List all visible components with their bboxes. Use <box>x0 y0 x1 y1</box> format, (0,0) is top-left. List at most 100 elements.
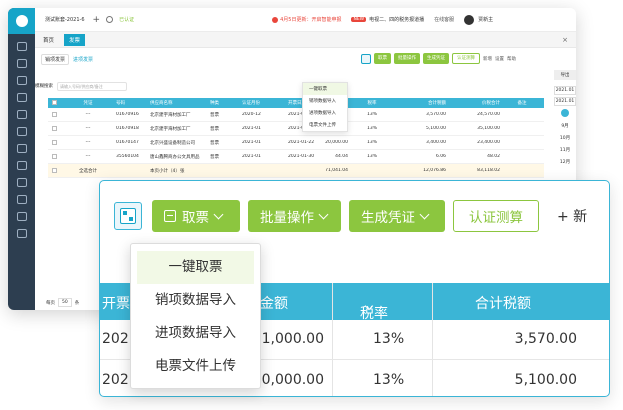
sidebar-home-icon[interactable] <box>16 42 27 51</box>
dropdown-item-one-click-get[interactable]: 一键取票 <box>137 251 254 284</box>
mini-voucher-button[interactable]: 生成凭证 <box>423 53 449 64</box>
batch-operation-button[interactable]: 批量操作 <box>248 200 341 232</box>
close-icon[interactable]: × <box>562 36 568 44</box>
sub-toolbar: 销项发票 进项发票 取票 批量操作 生成凭证 认证测算 新增 设置 帮助 <box>35 49 576 69</box>
table-row[interactable]: --- 01670147 北京兴盛设备制造公司 普票 2021-01 2021-… <box>48 136 544 150</box>
sidebar-tax-icon[interactable] <box>16 161 27 170</box>
filter-bar: 模糊搜索 请输入号码/供应商/备注 <box>35 81 127 91</box>
cell: 20,000.00 <box>325 140 348 145</box>
month-item[interactable]: 9月 <box>554 120 576 132</box>
get-invoice-button[interactable]: 取票 <box>152 200 240 232</box>
mini-dd-item[interactable]: 一键取票 <box>303 83 347 95</box>
month-item[interactable]: 12月 <box>554 156 576 168</box>
tab-home[interactable]: 首页 <box>43 36 54 44</box>
col-remark: 备注 <box>517 101 527 106</box>
mini-certify-button[interactable]: 认证测算 <box>452 53 480 64</box>
dropdown-item-purchase-import[interactable]: 进项数据导入 <box>131 317 260 350</box>
per-page-select[interactable]: 50 <box>58 298 72 307</box>
sidebar-cash-icon[interactable] <box>16 178 27 187</box>
table-row[interactable]: --- 35560104 唐山鑫腾商办公文具用品 普票 2021-01 2021… <box>48 150 544 164</box>
mini-batch-button[interactable]: 批量操作 <box>394 53 420 64</box>
sidebar-asset-icon[interactable] <box>16 110 27 119</box>
cell-amount: 21,000.00 <box>252 331 324 347</box>
sidebar-more-icon[interactable] <box>16 229 27 238</box>
calculator-icon[interactable] <box>361 53 371 64</box>
date-end[interactable]: 2021.01 <box>554 97 576 106</box>
dropdown-item-sales-import[interactable]: 销项数据导入 <box>131 284 260 317</box>
row-checkbox[interactable] <box>48 111 60 118</box>
cell: 44.04 <box>335 154 348 159</box>
online-service-link[interactable]: 在线客服 <box>434 16 454 23</box>
mini-dd-item[interactable]: 电票文件上传 <box>303 119 347 131</box>
mini-help-link[interactable]: 帮助 <box>507 56 516 62</box>
sidebar-report-icon[interactable] <box>16 93 27 102</box>
add-icon[interactable]: + <box>93 15 101 25</box>
message-link[interactable]: 电视二、四的税务报道播 <box>369 16 424 23</box>
cell-amount: 30,000.00 <box>252 372 324 388</box>
sidebar <box>8 8 35 310</box>
select-all-bottom-checkbox[interactable] <box>48 167 60 174</box>
dropdown-item-efile-upload[interactable]: 电票文件上传 <box>131 350 260 383</box>
cell: 6.06 <box>435 154 446 159</box>
row-checkbox[interactable] <box>48 139 60 146</box>
cell: --- <box>85 126 91 131</box>
certify-calc-button[interactable]: 认证测算 <box>453 200 539 232</box>
col-tax: 合计税额 <box>475 296 531 312</box>
col-total: 价税合计 <box>482 101 500 106</box>
row-checkbox[interactable] <box>48 153 60 160</box>
subtotal-label: 本页小计（4）张 <box>150 168 185 174</box>
col-voucher: 凭证 <box>83 101 93 106</box>
total-tax: 12,076.86 <box>423 168 446 173</box>
search-input[interactable]: 请输入号码/供应商/备注 <box>57 81 127 91</box>
chevron-down-icon <box>318 209 329 219</box>
sidebar-voucher-icon[interactable] <box>16 59 27 68</box>
cell: --- <box>85 112 91 117</box>
cell: 35,100.00 <box>477 126 500 131</box>
pager-label: 每页 <box>46 300 55 306</box>
cell: 普票 <box>210 154 219 160</box>
month-item[interactable]: 11月 <box>554 144 576 156</box>
cell-rate: 13% <box>373 372 405 388</box>
tab-invoice[interactable]: 发票 <box>64 33 86 46</box>
cell: 北京建宇海材加工厂 <box>150 126 191 132</box>
cell: --- <box>85 140 91 145</box>
mini-dd-item[interactable]: 进项数据导入 <box>303 107 347 119</box>
col-supplier: 供应商名称 <box>150 101 173 106</box>
table-row[interactable]: --- 01670918 北京建宇海材加工厂 普票 2021-01 2021-0… <box>48 122 544 136</box>
month-item[interactable]: 10月 <box>554 132 576 144</box>
sidebar-ledger-icon[interactable] <box>16 76 27 85</box>
sidebar-settings-icon[interactable] <box>16 212 27 221</box>
user-name[interactable]: 贾新主 <box>478 16 493 23</box>
generate-voucher-button[interactable]: 生成凭证 <box>349 200 445 232</box>
gear-icon[interactable] <box>106 16 114 23</box>
mini-get-dropdown: 一键取票 销项数据导入 进项数据导入 电票文件上传 <box>302 82 348 132</box>
avatar[interactable] <box>464 14 475 25</box>
mini-dd-item[interactable]: 销项数据导入 <box>303 95 347 107</box>
topbar: 测试账套-2021-6 + 已认证 4月5日更新：开启智能申报 NEW 电视二、… <box>35 8 576 32</box>
mini-settings-link[interactable]: 设置 <box>495 56 504 62</box>
date-start[interactable]: 2021.01 <box>554 86 576 95</box>
cell: 2021-01-30 <box>288 154 315 159</box>
tab-bar: 首页 发票 × <box>35 32 576 48</box>
calculator-icon <box>120 208 136 224</box>
status-tag: 已认证 <box>119 17 135 23</box>
mini-new-link[interactable]: 新增 <box>483 56 492 62</box>
import-icon <box>164 210 176 222</box>
cell: 普票 <box>210 126 219 132</box>
tab-sales-invoice[interactable]: 销项发票 <box>41 53 70 65</box>
new-button[interactable]: + 新 <box>557 206 587 226</box>
tab-purchase-invoice[interactable]: 进项发票 <box>73 56 93 63</box>
calculator-button[interactable] <box>114 202 142 230</box>
mini-get-button[interactable]: 取票 <box>374 53 391 64</box>
sidebar-stock-icon[interactable] <box>16 195 27 204</box>
row-checkbox[interactable] <box>48 125 60 132</box>
sidebar-invoice-icon[interactable] <box>16 127 27 136</box>
batch-operation-label: 批量操作 <box>260 210 314 226</box>
alert-text: 4月5日更新：开启智能申报 <box>280 17 342 23</box>
table-row[interactable]: --- 01670916 北京建宇海材加工厂 普票 2020-12 2021-0… <box>48 108 544 122</box>
alert-notice[interactable]: 4月5日更新：开启智能申报 <box>272 16 341 23</box>
cell: 3,570.00 <box>425 112 446 117</box>
export-button[interactable]: 导出 <box>554 70 576 80</box>
sidebar-wage-icon[interactable] <box>16 144 27 153</box>
select-all-checkbox[interactable] <box>48 100 60 106</box>
